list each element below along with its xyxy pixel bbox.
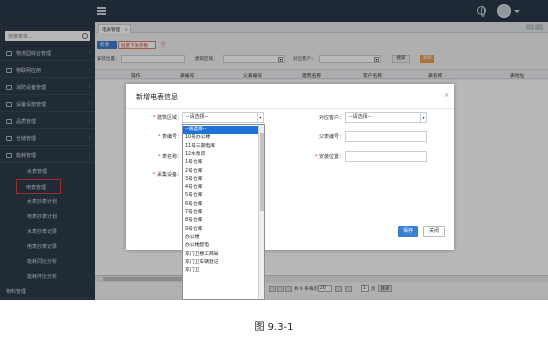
dropdown-option[interactable]: 12水泵房: [183, 151, 259, 159]
parent-no-input[interactable]: [345, 131, 427, 142]
dropdown-option[interactable]: 东门卫楼工商局: [183, 251, 259, 259]
figure-caption: 图 9.3-1: [254, 322, 294, 333]
meter-no-label: * 表编号：: [157, 134, 182, 140]
add-meter-dialog: 新增电表信息 × * 建筑区域： --请选择-- ▾ 对应客户： --请选择-- ▾…: [126, 84, 454, 250]
collector-label: * 采集设备：: [152, 172, 182, 178]
dropdown-option[interactable]: 10号办公楼: [183, 134, 259, 142]
dropdown-option[interactable]: 8号仓库: [183, 217, 259, 225]
close-icon[interactable]: ×: [444, 92, 449, 99]
save-button[interactable]: 保存: [398, 226, 418, 237]
scrollbar-thumb[interactable]: [260, 133, 264, 211]
install-position-input[interactable]: [345, 151, 427, 162]
dropdown-option[interactable]: 东门卫: [183, 267, 259, 275]
dropdown-option[interactable]: 9号仓库: [183, 226, 259, 234]
dropdown-option[interactable]: 4号仓库: [183, 184, 259, 192]
divider: [126, 108, 454, 109]
dropdown-option[interactable]: 办公楼配电: [183, 242, 259, 250]
dropdown-option[interactable]: 2号仓库: [183, 168, 259, 176]
meter-name-label: * 表名称：: [157, 154, 182, 160]
customer-label: 对应客户：: [318, 115, 344, 121]
dropdown-scrollbar[interactable]: [258, 125, 264, 299]
dropdown-option[interactable]: 东门卫车辆登记: [183, 259, 259, 267]
dropdown-option[interactable]: 7号仓库: [183, 209, 259, 217]
dropdown-option[interactable]: --请选择--: [183, 126, 259, 135]
dropdown-option[interactable]: 5号仓库: [183, 192, 259, 200]
parent-no-label: 父表编号：: [318, 134, 344, 140]
screenshot-frame: 搜索菜单... 物流园综合管理 ‹ 物联网应用 ‹ 消防设备管理 ‹ 设备设施管理 ‹ 品质管理…: [0, 0, 548, 300]
dropdown-option[interactable]: 6号仓库: [183, 201, 259, 209]
dropdown-option[interactable]: 3号仓库: [183, 176, 259, 184]
dropdown-option[interactable]: 办公楼: [183, 234, 259, 242]
chevron-down-icon: ▾: [257, 113, 263, 122]
close-button[interactable]: 关闭: [423, 226, 445, 237]
area-select[interactable]: --请选择-- ▾: [182, 112, 264, 123]
area-label: * 建筑区域：: [152, 115, 182, 121]
chevron-down-icon: ▾: [420, 113, 426, 122]
area-dropdown-list[interactable]: --请选择-- 10号办公楼 11号三期电库 12水泵房 1号仓库 2号仓库 3号仓库 4号仓…: [182, 124, 265, 300]
customer-select[interactable]: --请选择-- ▾: [345, 112, 427, 123]
install-position-label: * 安装位置：: [314, 154, 344, 160]
dropdown-option[interactable]: 1号仓库: [183, 159, 259, 167]
dropdown-option[interactable]: 11号三期电库: [183, 143, 259, 151]
dialog-title: 新增电表信息: [136, 93, 178, 101]
